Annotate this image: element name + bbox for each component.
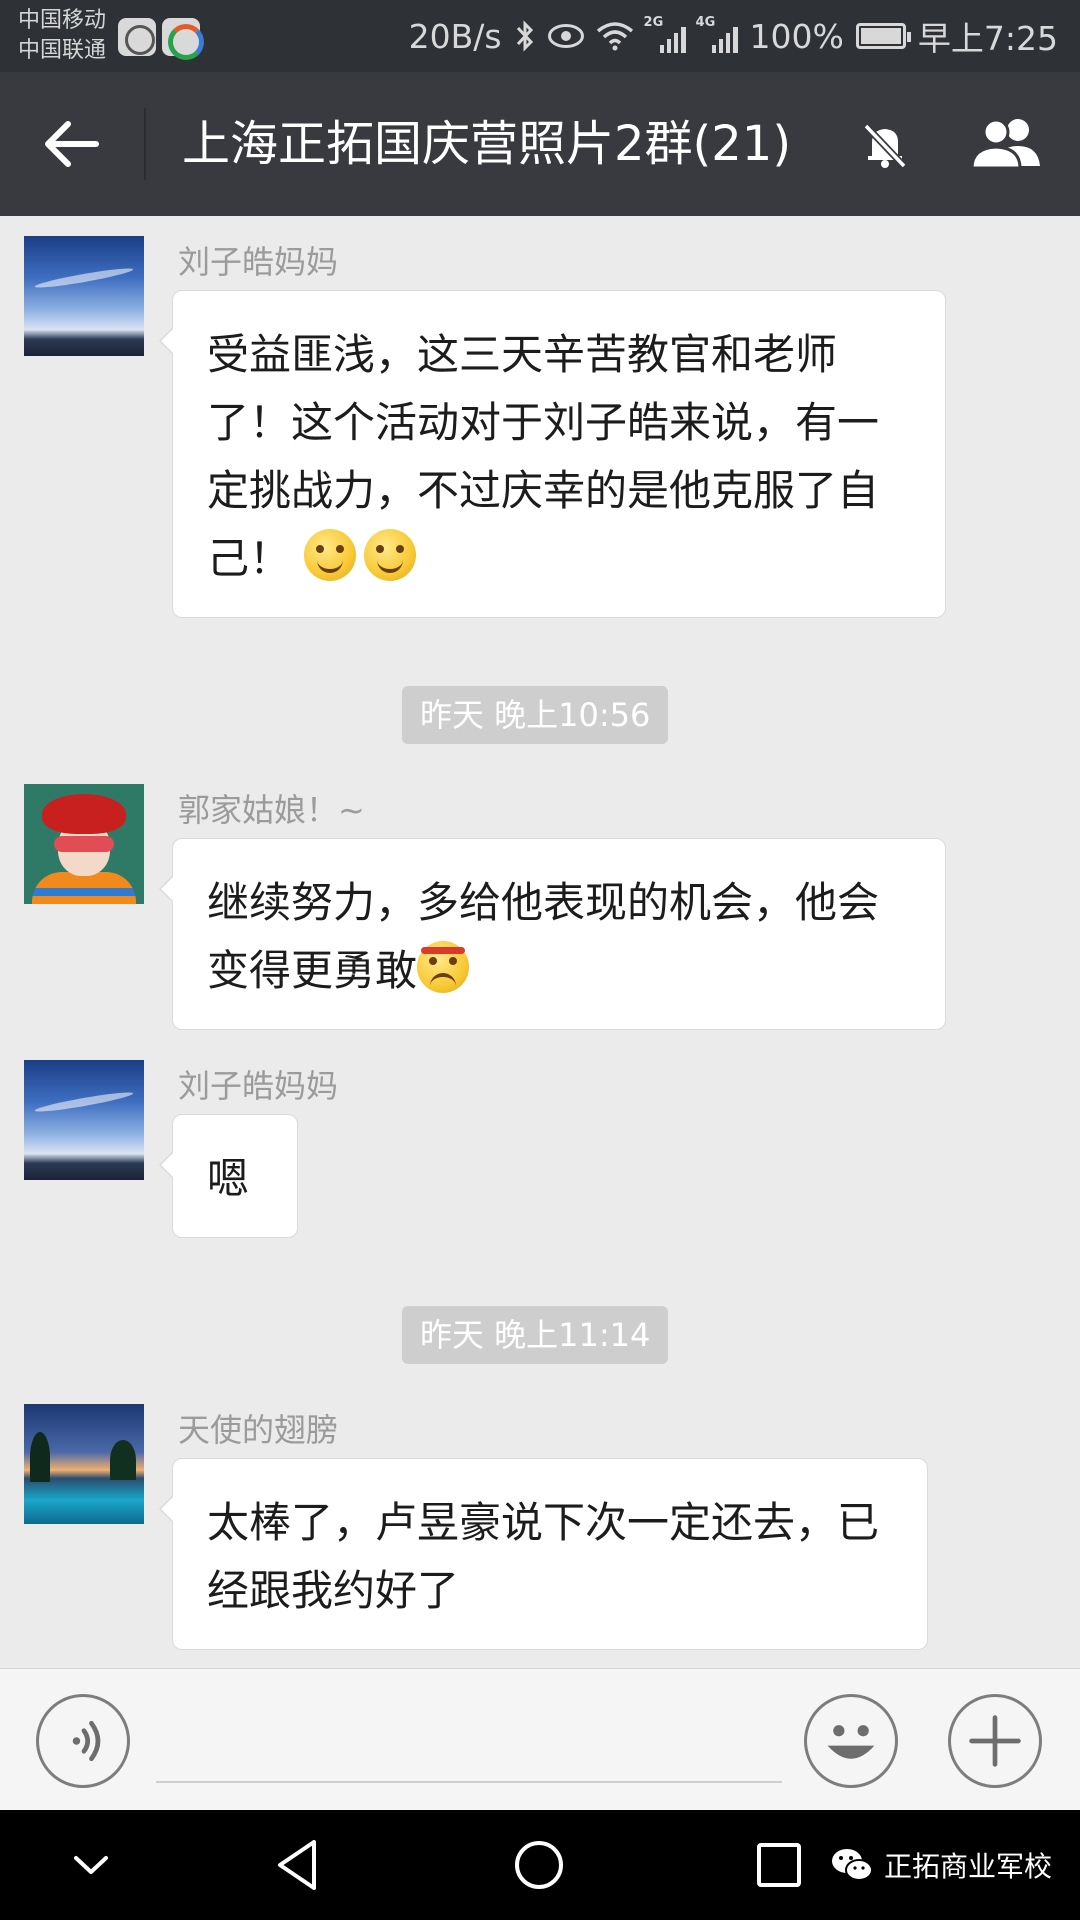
smile-emoji-icon [364, 529, 417, 581]
eye-comfort-icon [547, 24, 584, 48]
message-text: 继续努力，多给他表现的机会，他会变得更勇敢 [207, 878, 880, 995]
voice-icon [72, 1720, 101, 1762]
nav-recents-button[interactable] [746, 1832, 812, 1898]
avatar[interactable] [24, 236, 144, 356]
sender-name: 郭家姑娘！~ [178, 791, 365, 829]
smile-emoji-icon [304, 529, 357, 581]
chevron-down-icon [74, 1856, 108, 1874]
header-divider [144, 108, 146, 180]
battery-icon [855, 23, 911, 49]
timestamp: 昨天 晚上11:14 [402, 1306, 669, 1364]
signal-4g-icon: 4G [696, 15, 738, 53]
system-nav-bar: 正拓商业军校 [0, 1810, 1080, 1920]
emoji-icon [827, 1725, 875, 1759]
nav-back-button[interactable] [268, 1832, 334, 1898]
people-icon [970, 118, 1040, 170]
message-bubble[interactable]: 继续努力，多给他表现的机会，他会变得更勇敢 [159, 838, 946, 1030]
group-title: 上海正拓国庆营照片2群(21) [182, 116, 792, 172]
group-members-button[interactable] [964, 112, 1048, 176]
chat-header: 上海正拓国庆营照片2群(21) [0, 72, 1080, 216]
chat-messages[interactable]: 刘子皓妈妈 受益匪浅，这三天辛苦教官和老师了！这个活动对于刘子皓来说，有一定挑战… [0, 216, 1080, 1668]
bluetooth-icon [516, 20, 533, 52]
watermark: 正拓商业军校 [830, 1840, 1052, 1890]
avatar[interactable] [24, 784, 144, 904]
carrier-1: 中国移动 [18, 8, 107, 33]
message-bubble[interactable]: 嗯 [159, 1114, 298, 1238]
hide-nav-button[interactable] [58, 1832, 124, 1898]
signal-2g-icon: 2G [644, 15, 686, 53]
sender-name: 刘子皓妈妈 [178, 243, 339, 281]
browser-app-icon [162, 18, 204, 60]
more-button[interactable] [948, 1694, 1042, 1788]
battery-percent: 100% [749, 16, 844, 56]
signal-2g-label: 2G [643, 15, 664, 30]
avatar[interactable] [24, 1404, 144, 1524]
avatar[interactable] [24, 1060, 144, 1180]
square-recents-icon [757, 1843, 801, 1887]
status-indicators: 20B/s 2G 4G 100% 早上7:25 [409, 0, 1058, 72]
plus-icon [969, 1715, 1021, 1767]
wifi-icon [596, 22, 633, 51]
circle-home-icon [515, 1841, 563, 1889]
clock: 早上7:25 [917, 19, 1058, 58]
network-speed: 20B/s [408, 16, 502, 56]
signal-4g-label: 4G [695, 15, 716, 30]
sender-name: 天使的翅膀 [178, 1411, 339, 1449]
nav-home-button[interactable] [506, 1832, 572, 1898]
triangle-back-icon [278, 1840, 316, 1890]
carrier-2: 中国联通 [18, 38, 107, 63]
bell-off-icon [863, 123, 907, 169]
message-bubble[interactable]: 受益匪浅，这三天辛苦教官和老师了！这个活动对于刘子皓来说，有一定挑战力，不过庆幸… [159, 290, 946, 618]
mi-app-icon [118, 18, 156, 56]
input-bar [0, 1668, 1080, 1810]
voice-button[interactable] [36, 1694, 130, 1788]
emoji-button[interactable] [804, 1694, 898, 1788]
message-bubble[interactable]: 太棒了，卢昱豪说下次一定还去，已经跟我约好了 [159, 1458, 928, 1650]
message-text: 嗯 [207, 1154, 250, 1203]
determined-emoji-icon [417, 941, 470, 993]
message-text: 太棒了，卢昱豪说下次一定还去，已经跟我约好了 [207, 1498, 880, 1615]
message-input[interactable] [156, 1699, 782, 1783]
arrow-left-icon [45, 121, 99, 167]
carrier-info: 中国移动 中国联通 [18, 6, 106, 66]
back-button[interactable] [30, 112, 114, 176]
timestamp: 昨天 晚上10:56 [402, 686, 669, 744]
sender-name: 刘子皓妈妈 [178, 1067, 339, 1105]
status-bar: 中国移动 中国联通 20B/s 2G 4G 100% 早上7:25 [0, 0, 1080, 72]
watermark-text: 正拓商业军校 [884, 1850, 1053, 1883]
wechat-logo-icon [832, 1849, 873, 1881]
